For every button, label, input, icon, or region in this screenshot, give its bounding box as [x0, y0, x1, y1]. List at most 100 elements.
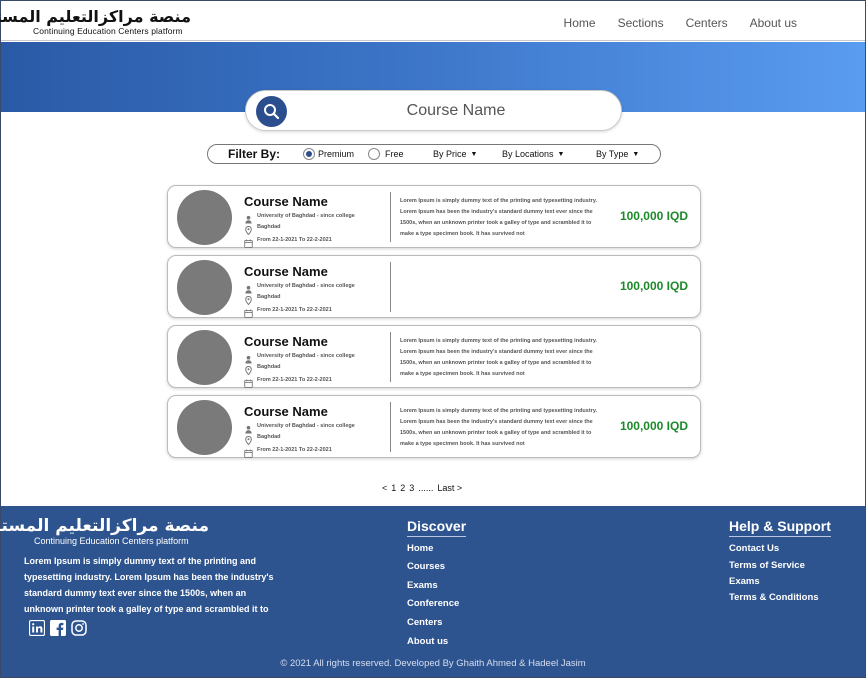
course-dates-text: From 22-1-2021 To 22-2-2021 — [257, 446, 332, 453]
logo-english-text: Continuing Education Centers platform — [33, 26, 183, 36]
course-dates: From 22-1-2021 To 22-2-2021 — [244, 375, 332, 388]
course-org-text: University of Baghdad - since college — [257, 422, 355, 429]
instagram-icon[interactable] — [71, 620, 87, 636]
course-org: University of Baghdad - since college — [244, 421, 355, 434]
course-location-text: Baghdad — [257, 433, 281, 440]
footer-link-contact-us[interactable]: Contact Us — [729, 543, 779, 554]
help-support-heading: Help & Support — [729, 518, 831, 537]
course-description: Lorem Ipsum is simply dummy text of the … — [400, 408, 598, 447]
premium-radio-label: Premium — [318, 149, 355, 159]
course-price: 100,000 IQD — [619, 279, 688, 293]
course-price: 100,000 IQD — [619, 209, 688, 223]
course-card[interactable]: Course Name University of Baghdad - since… — [167, 185, 701, 248]
footer-link-exams-help[interactable]: Exams — [729, 576, 760, 587]
page-2-button[interactable]: 2 — [400, 483, 405, 493]
price-dropdown[interactable]: By Price ▼ — [433, 149, 477, 159]
nav-about-us[interactable]: About us — [750, 16, 797, 30]
location-pin-icon — [244, 222, 253, 236]
course-org-text: University of Baghdad - since college — [257, 352, 355, 359]
person-icon — [244, 211, 253, 224]
footer-link-exams[interactable]: Exams — [407, 580, 438, 591]
last-page-button[interactable]: Last > — [437, 483, 462, 493]
nav-home[interactable]: Home — [564, 16, 596, 30]
calendar-icon — [244, 375, 253, 388]
location-pin-icon — [244, 292, 253, 306]
price-dropdown-label: By Price — [433, 149, 467, 159]
prev-page-button[interactable]: < — [382, 483, 387, 493]
site-logo[interactable]: منصة مراكزالتعليم المستمر Continuing Edu… — [0, 7, 195, 37]
nav-centers[interactable]: Centers — [686, 16, 728, 30]
course-dates-text: From 22-1-2021 To 22-2-2021 — [257, 376, 332, 383]
calendar-icon — [244, 305, 253, 318]
premium-radio[interactable] — [303, 148, 315, 160]
course-dates: From 22-1-2021 To 22-2-2021 — [244, 305, 332, 318]
course-org-text: University of Baghdad - since college — [257, 282, 355, 289]
footer-link-courses[interactable]: Courses — [407, 561, 445, 572]
footer-logo-english-text: Continuing Education Centers platform — [34, 536, 189, 546]
card-divider — [390, 262, 391, 312]
footer-link-terms-conditions[interactable]: Terms & Conditions — [729, 592, 819, 603]
search-input[interactable] — [306, 97, 606, 125]
footer-link-home[interactable]: Home — [407, 543, 433, 554]
course-org: University of Baghdad - since college — [244, 211, 355, 224]
pagination-ellipsis: ...... — [418, 483, 434, 493]
locations-dropdown-label: By Locations — [502, 149, 554, 159]
free-radio-label: Free — [385, 149, 404, 159]
free-radio[interactable] — [368, 148, 380, 160]
type-dropdown[interactable]: By Type ▼ — [596, 149, 639, 159]
site-footer: منصة مراكزالتعليم المستمر Continuing Edu… — [0, 506, 865, 677]
location-pin-icon — [244, 362, 253, 376]
footer-link-terms-of-service[interactable]: Terms of Service — [729, 560, 805, 571]
calendar-icon — [244, 235, 253, 248]
facebook-icon[interactable] — [50, 620, 66, 636]
search-button[interactable] — [256, 96, 287, 127]
page-3-button[interactable]: 3 — [409, 483, 414, 493]
course-card[interactable]: Course Name University of Baghdad - since… — [167, 255, 701, 318]
page-1-button[interactable]: 1 — [391, 483, 396, 493]
location-pin-icon — [244, 432, 253, 446]
course-description: Lorem Ipsum is simply dummy text of the … — [400, 198, 598, 237]
copyright-text: © 2021 All rights reserved. Developed By… — [280, 658, 586, 669]
course-price: 100,000 IQD — [619, 419, 688, 433]
footer-logo-arabic-text: منصة مراكزالتعليم المستمر — [0, 516, 209, 536]
course-location-text: Baghdad — [257, 293, 281, 300]
course-dates-text: From 22-1-2021 To 22-2-2021 — [257, 306, 332, 313]
card-divider — [390, 192, 391, 242]
footer-logo[interactable]: منصة مراكزالتعليم المستمر Continuing Edu… — [0, 516, 213, 550]
locations-dropdown[interactable]: By Locations ▼ — [502, 149, 564, 159]
footer-link-centers[interactable]: Centers — [407, 617, 442, 628]
calendar-icon — [244, 445, 253, 458]
course-title: Course Name — [244, 264, 328, 279]
filter-bar: Filter By: Premium Free By Price ▼ By Loc… — [207, 144, 661, 164]
course-card[interactable]: Course Name University of Baghdad - since… — [167, 325, 701, 388]
main-nav: Home Sections Centers About us — [542, 16, 797, 30]
course-image — [177, 400, 232, 455]
search-icon — [264, 104, 280, 120]
course-image — [177, 190, 232, 245]
social-links — [29, 620, 87, 636]
course-location: Baghdad — [244, 292, 281, 306]
logo-arabic-text: منصة مراكزالتعليم المستمر — [0, 7, 191, 26]
person-icon — [244, 281, 253, 294]
course-image — [177, 330, 232, 385]
person-icon — [244, 421, 253, 434]
course-location: Baghdad — [244, 222, 281, 236]
footer-about-text: Lorem Ipsum is simply dummy text of the … — [24, 556, 274, 614]
course-title: Course Name — [244, 404, 328, 419]
discover-heading: Discover — [407, 518, 467, 537]
chevron-down-icon: ▼ — [557, 151, 565, 158]
course-title: Course Name — [244, 334, 328, 349]
nav-sections[interactable]: Sections — [618, 16, 664, 30]
linkedin-icon[interactable] — [29, 620, 45, 636]
footer-link-conference[interactable]: Conference — [407, 598, 459, 609]
course-image — [177, 260, 232, 315]
footer-link-about-us[interactable]: About us — [407, 636, 448, 647]
course-card[interactable]: Course Name University of Baghdad - since… — [167, 395, 701, 458]
course-org: University of Baghdad - since college — [244, 281, 355, 294]
course-description: Lorem Ipsum is simply dummy text of the … — [400, 338, 598, 377]
course-title: Course Name — [244, 194, 328, 209]
course-org: University of Baghdad - since college — [244, 351, 355, 364]
card-divider — [390, 332, 391, 382]
type-dropdown-label: By Type — [596, 149, 629, 159]
course-org-text: University of Baghdad - since college — [257, 212, 355, 219]
